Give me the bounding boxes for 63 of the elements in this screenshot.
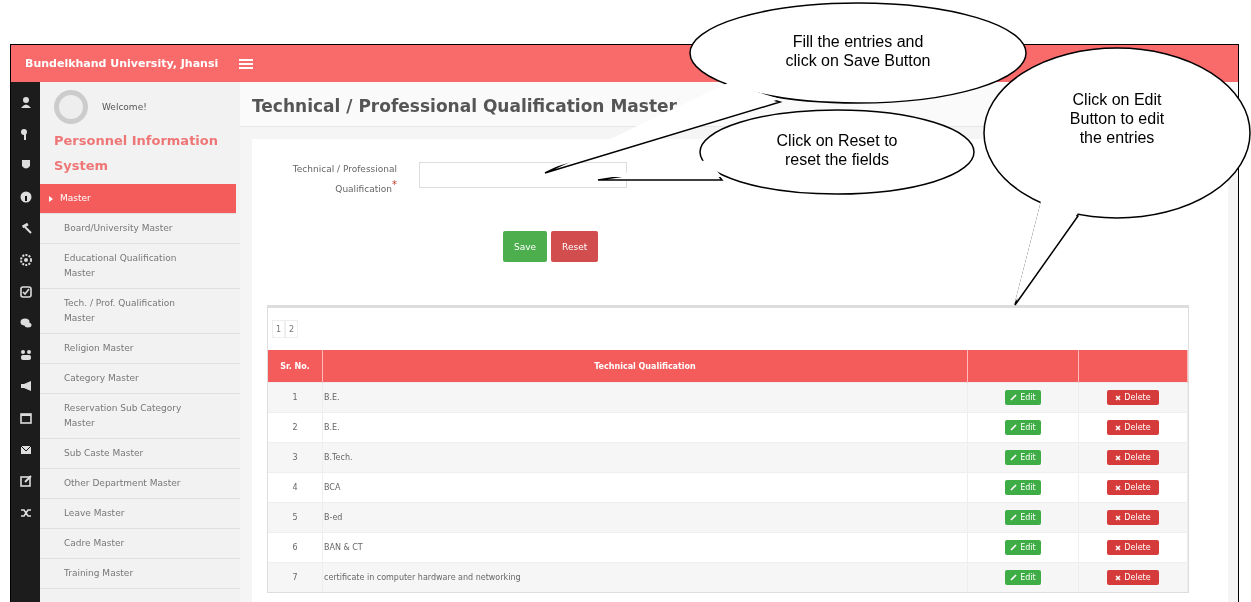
users-icon[interactable] — [19, 348, 32, 361]
avatar-icon — [54, 90, 88, 124]
delete-button[interactable]: Delete — [1107, 390, 1159, 405]
delete-button[interactable]: Delete — [1107, 420, 1159, 435]
chat-icon[interactable] — [19, 317, 32, 330]
checkbox-icon[interactable] — [19, 285, 32, 298]
pencil-icon — [1010, 394, 1018, 401]
table-cell: 3 — [268, 442, 323, 473]
caret-icon — [48, 195, 54, 202]
pencil-icon — [1010, 484, 1018, 491]
edit-button[interactable]: Edit — [1005, 480, 1041, 495]
delete-button[interactable]: Delete — [1107, 570, 1159, 585]
callout-text: Click on Reset to reset the fields — [776, 132, 898, 168]
calendar-icon[interactable] — [19, 411, 32, 424]
close-icon — [1115, 514, 1122, 521]
edit-button[interactable]: Edit — [1005, 510, 1041, 525]
shuffle-icon[interactable] — [19, 506, 32, 519]
close-icon — [1115, 394, 1122, 401]
edit-button[interactable]: Edit — [1005, 540, 1041, 555]
edit-button[interactable]: Edit — [1005, 570, 1041, 585]
column-header: Technical Qualification — [322, 350, 968, 383]
delete-button[interactable]: Delete — [1107, 450, 1159, 465]
reset-button[interactable]: Reset — [551, 231, 599, 262]
column-header: Sr. No. — [268, 350, 323, 383]
table-cell: B-ed — [322, 502, 968, 533]
user-icon[interactable] — [19, 96, 32, 108]
pencil-icon — [1010, 424, 1018, 431]
pencil-icon — [1010, 574, 1018, 581]
close-icon — [1115, 484, 1122, 491]
sidebar-item[interactable]: Master — [40, 184, 236, 214]
edit-button[interactable]: Edit — [1005, 420, 1041, 435]
table-cell: 7 — [268, 562, 323, 592]
megaphone-icon[interactable] — [19, 380, 32, 393]
delete-button[interactable]: Delete — [1107, 480, 1159, 495]
info-icon[interactable] — [19, 190, 32, 203]
delete-button[interactable]: Delete — [1107, 510, 1159, 525]
pencil-icon — [1010, 544, 1018, 551]
gear-icon[interactable] — [19, 253, 32, 266]
table-cell: certificate in computer hardware and networking — [322, 562, 968, 592]
close-icon — [1115, 454, 1122, 461]
delete-button[interactable]: Delete — [1107, 540, 1159, 555]
table-cell: 5 — [268, 502, 323, 533]
app-title: Bundelkhand University, Jhansi — [24, 57, 220, 70]
pencil-icon — [1010, 454, 1018, 461]
welcome-text: Welcome! — [102, 102, 147, 112]
edit-button[interactable]: Edit — [1005, 450, 1041, 465]
close-icon — [1115, 544, 1122, 551]
pencil-icon — [1010, 514, 1018, 521]
page-link[interactable]: 2 — [285, 320, 299, 338]
menu-icon[interactable] — [239, 58, 253, 69]
close-icon — [1115, 574, 1122, 581]
table-cell: B.Tech. — [322, 442, 968, 473]
edit-button[interactable]: Edit — [1005, 390, 1041, 405]
table-cell: B.E. — [322, 382, 968, 413]
edit-icon[interactable] — [19, 475, 32, 488]
table-cell: 1 — [268, 382, 323, 413]
callout-text: Fill the entries and click on Save Button — [785, 33, 931, 69]
app-name: Personnel Information System — [53, 132, 219, 175]
gavel-icon[interactable] — [19, 222, 32, 235]
envelope-icon[interactable] — [19, 443, 32, 456]
save-button[interactable]: Save — [503, 231, 548, 262]
close-icon — [1115, 424, 1122, 431]
page-link[interactable]: 1 — [272, 320, 286, 338]
